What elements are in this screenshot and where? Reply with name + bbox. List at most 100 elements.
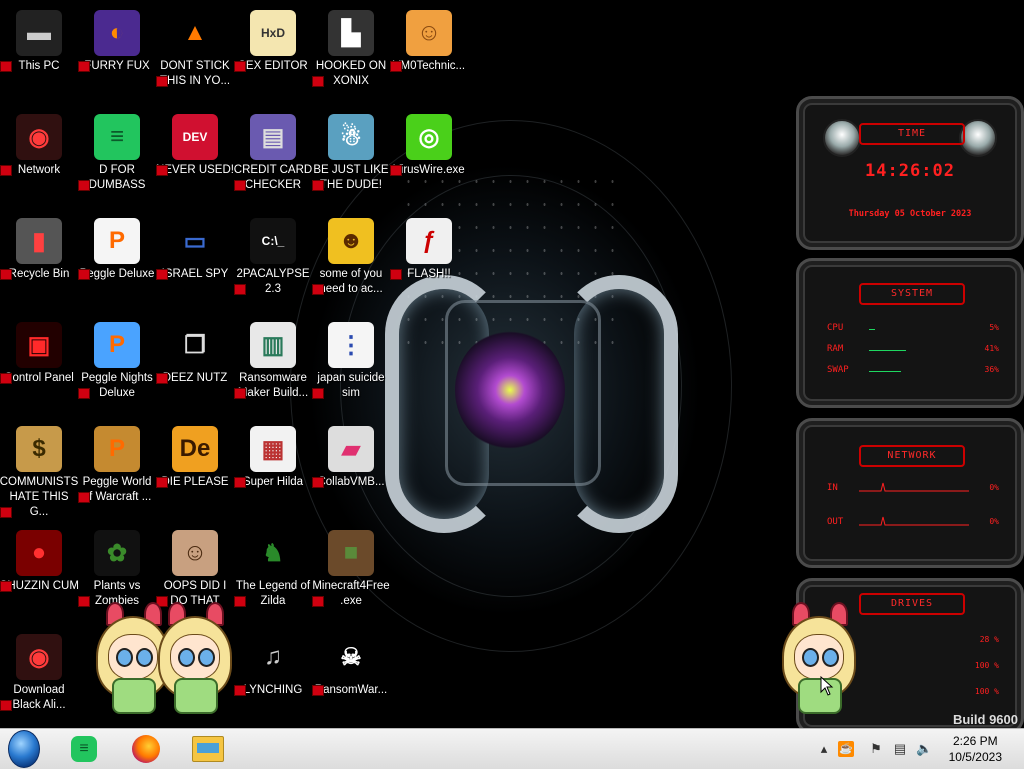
start-button[interactable] (8, 730, 40, 768)
desktop-icon[interactable]: ■ Minecraft4Free .exe (312, 524, 390, 609)
desktop-icon[interactable]: ☠ RansomWar... (312, 628, 390, 698)
desktop-icon[interactable]: ◉ Network (0, 108, 78, 178)
shortcut-badge-icon (78, 596, 90, 607)
desktop-icon[interactable]: ☺ OOPS DID I DO THAT (156, 524, 234, 609)
app-icon: P (94, 322, 140, 368)
desktop-icon[interactable]: ▬ This PC (0, 4, 78, 74)
desktop-icon[interactable]: P Peggle World of Warcraft ... (78, 420, 156, 505)
desktop-icon[interactable]: De DIE PLEASE (156, 420, 234, 490)
network-graph (859, 482, 969, 492)
system-row-label: RAM (827, 344, 844, 354)
app-icon: ▬ (16, 10, 62, 56)
desktop-icon[interactable]: ◉ Download Black Ali... (0, 628, 78, 713)
network-row-label: OUT (827, 517, 844, 527)
desktop-icon[interactable]: ● CHUZZIN CUM (0, 524, 79, 594)
app-icon: ◉ (16, 114, 62, 160)
network-widget-title: NETWORK (859, 445, 965, 467)
build-watermark: Build 9600 (952, 712, 1018, 727)
desktop-icon[interactable]: ▥ Ransomware Maker Build... (234, 316, 312, 401)
app-icon: ● (16, 530, 62, 576)
desktop-icon[interactable]: ▰ CollabVMB... (312, 420, 390, 490)
shortcut-badge-icon (0, 269, 12, 280)
alien-logo-icon (823, 119, 861, 157)
drive-usage-value: 100 % (974, 687, 999, 696)
shortcut-badge-icon (0, 373, 12, 384)
desktop-icon[interactable]: ▤ CREDIT CARD CHECKER (234, 108, 312, 193)
shortcut-badge-icon (312, 76, 324, 87)
taskbar-pinned-file-explorer[interactable] (192, 733, 224, 765)
desktop-icon[interactable]: ♞ The Legend of Zilda (234, 524, 312, 609)
wallpaper-core (455, 330, 565, 450)
shortcut-badge-icon (234, 61, 246, 72)
shortcut-badge-icon (156, 165, 168, 176)
app-icon: ◐ (94, 10, 140, 56)
desktop-icon[interactable]: ▦ Super Hilda (234, 420, 312, 490)
app-icon: ♫ (250, 634, 296, 680)
desktop-icon[interactable]: ❐ DEEZ NUTZ (156, 316, 234, 386)
shortcut-badge-icon (78, 61, 90, 72)
network-icon[interactable]: ▤ (892, 741, 908, 757)
shortcut-badge-icon (234, 477, 246, 488)
chevron-up-icon[interactable]: ▴ (816, 741, 832, 757)
desktop-icon[interactable]: ♫ LYNCHING (234, 628, 312, 698)
shortcut-badge-icon (312, 388, 324, 399)
app-icon: ▣ (16, 322, 62, 368)
shortcut-badge-icon (234, 284, 246, 295)
desktop-icon[interactable]: $ COMMUNISTS HATE THIS G... (0, 420, 78, 520)
desktop-icon[interactable]: ☺ VM0Technic... (390, 4, 468, 74)
taskbar-clock[interactable]: 2:26 PM 10/5/2023 (949, 733, 1002, 765)
app-icon: ☻ (328, 218, 374, 264)
shortcut-badge-icon (234, 685, 246, 696)
taskbar-pinned-firefox[interactable] (130, 733, 162, 765)
desktop-icon[interactable]: C:\_ 2PACALYPSE 2.3 (234, 212, 312, 297)
notes-icon: ≡ (71, 736, 97, 762)
shortcut-badge-icon (78, 492, 90, 503)
java-icon[interactable]: ☕ (838, 741, 854, 757)
network-widget: NETWORK IN 0% OUT 0% (796, 418, 1024, 568)
shortcut-badge-icon (0, 700, 12, 711)
network-row-value: 0% (989, 517, 999, 526)
taskbar-pinned-notes[interactable]: ≡ (68, 733, 100, 765)
app-icon: ▙ (328, 10, 374, 56)
character-sticker (158, 598, 233, 723)
app-icon: ⋮ (328, 322, 374, 368)
desktop-icon[interactable]: ƒ FLASH!! (390, 212, 468, 282)
desktop-icon[interactable]: ◐ FURRY FUX (78, 4, 156, 74)
flag-icon[interactable]: ⚑ (868, 741, 884, 757)
shortcut-badge-icon (78, 269, 90, 280)
desktop-icon[interactable]: DEV NEVER USED! (156, 108, 234, 178)
desktop-icon[interactable]: ▲ DONT STICK THIS IN YO... (156, 4, 234, 89)
system-row-value: 36% (984, 365, 999, 374)
desktop-icon[interactable]: ✿ Plants vs Zombies (78, 524, 156, 609)
desktop-icon[interactable]: ▣ Control Panel (0, 316, 78, 386)
desktop-icon[interactable]: ☃ BE JUST LIKE THE DUDE! (312, 108, 390, 193)
desktop-icon[interactable]: ◎ VirusWire.exe (390, 108, 468, 178)
shortcut-badge-icon (156, 373, 168, 384)
app-icon: C:\_ (250, 218, 296, 264)
taskbar-time: 2:26 PM (952, 734, 998, 748)
app-icon: ▭ (172, 218, 218, 264)
network-graph (859, 516, 969, 526)
desktop-icon[interactable]: ▭ ISRAEL SPY (156, 212, 234, 282)
volume-icon[interactable]: 🔈 (916, 741, 932, 757)
app-icon: $ (16, 426, 62, 472)
character-sticker (782, 598, 857, 723)
desktop-icon[interactable]: HxD SEX EDITOR (234, 4, 312, 74)
file-explorer-icon (192, 736, 224, 762)
desktop-icon[interactable]: ≡ D FOR DUMBASS (78, 108, 156, 193)
app-icon: ≡ (94, 114, 140, 160)
desktop-icon[interactable]: ☻ some of you need to ac... (312, 212, 390, 297)
app-icon: ▲ (172, 10, 218, 56)
desktop-icon[interactable]: ⋮ japan suicide sim (312, 316, 390, 401)
shortcut-badge-icon (312, 596, 324, 607)
desktop-icon[interactable]: ▮ Recycle Bin (0, 212, 78, 282)
shortcut-badge-icon (390, 165, 402, 176)
desktop-icon[interactable]: ▙ HOOKED ON XONIX (312, 4, 390, 89)
desktop-icon[interactable]: P Peggle Nights Deluxe (78, 316, 156, 401)
app-icon: ☺ (172, 530, 218, 576)
app-icon: DEV (172, 114, 218, 160)
desktop-icon[interactable]: P Peggle Deluxe (78, 212, 156, 282)
app-icon: P (94, 218, 140, 264)
app-icon: P (94, 426, 140, 472)
app-icon: HxD (250, 10, 296, 56)
